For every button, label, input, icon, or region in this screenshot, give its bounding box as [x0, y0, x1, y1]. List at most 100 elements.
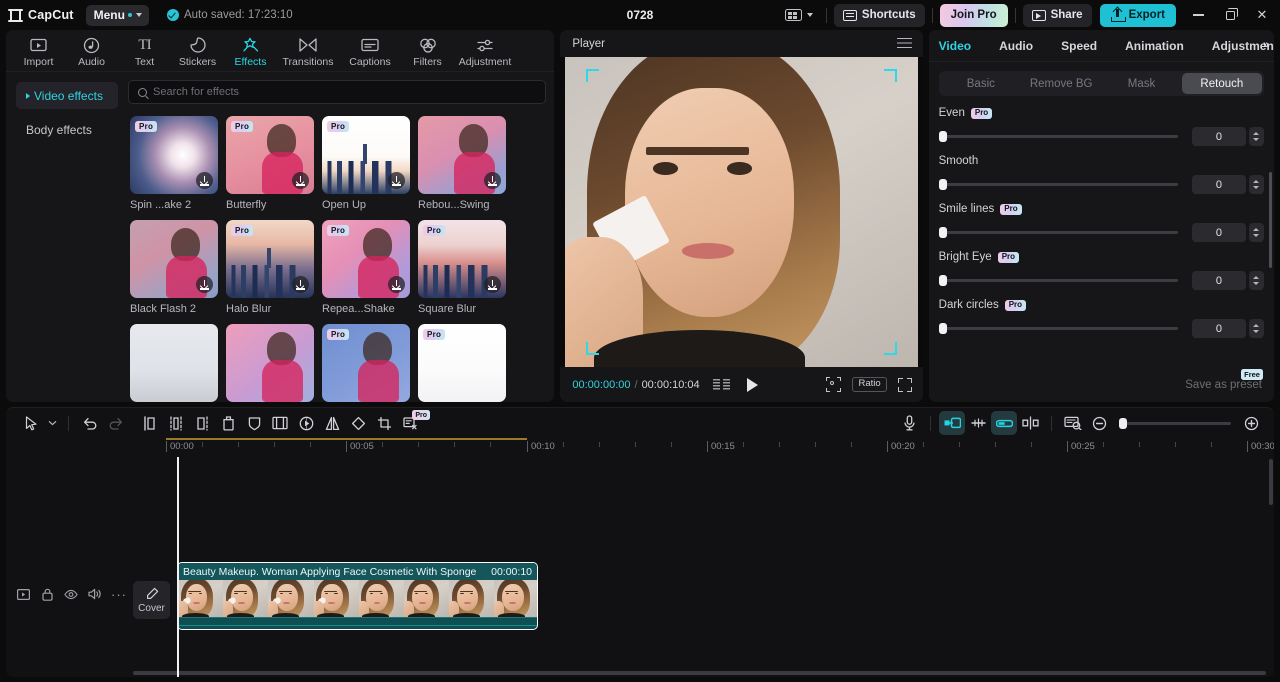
split-left-tool[interactable]: [137, 411, 163, 435]
slider-value[interactable]: 0: [1191, 127, 1246, 146]
stepper-buttons[interactable]: [1248, 127, 1264, 146]
effect-item[interactable]: Rebou...Swing: [418, 116, 506, 211]
extract-audio-tool[interactable]: Pro: [397, 410, 430, 435]
tab-effects[interactable]: Effects: [224, 33, 277, 71]
effect-item[interactable]: Pro Butterfly: [226, 116, 314, 211]
rotate-tool[interactable]: [345, 411, 371, 435]
focus-icon[interactable]: [826, 377, 842, 392]
selection-corner-icon[interactable]: [883, 342, 897, 355]
download-icon[interactable]: [196, 172, 213, 189]
split-at-playhead-button[interactable]: [1017, 411, 1043, 435]
ratio-button[interactable]: Ratio: [852, 376, 887, 393]
download-icon[interactable]: [388, 276, 405, 293]
slider-value[interactable]: 0: [1191, 271, 1246, 290]
frames-icon[interactable]: [712, 378, 730, 391]
stepper-buttons[interactable]: [1248, 175, 1264, 194]
segment-retouch[interactable]: Retouch: [1181, 73, 1263, 94]
download-icon[interactable]: [484, 276, 501, 293]
auto-snap-toggle[interactable]: [939, 411, 965, 435]
tab-transitions[interactable]: Transitions: [277, 33, 339, 71]
tab-audio[interactable]: Audio: [985, 39, 1047, 53]
reverse-tool[interactable]: [293, 411, 319, 435]
slider-value[interactable]: 0: [1191, 175, 1246, 194]
link-clips-toggle[interactable]: [991, 411, 1017, 435]
hamburger-icon[interactable]: [896, 38, 912, 49]
record-voiceover-button[interactable]: [896, 411, 922, 435]
effect-item[interactable]: Pro Spin ...ake 2: [130, 116, 218, 211]
slider-track[interactable]: [938, 323, 1178, 334]
crop-tool[interactable]: [371, 411, 397, 435]
effect-item[interactable]: Pro Repea...Shake: [322, 220, 410, 315]
zoom-in-button[interactable]: [1238, 411, 1264, 435]
share-button[interactable]: Share: [1022, 3, 1092, 27]
select-cursor-tool[interactable]: [18, 411, 44, 435]
cover-button[interactable]: Cover: [133, 581, 170, 619]
chevron-double-right-icon[interactable]: »: [1263, 39, 1269, 51]
slider-track[interactable]: [938, 131, 1178, 142]
effect-item[interactable]: Pro: [418, 324, 506, 402]
tab-adjustment[interactable]: Adjustment: [454, 33, 516, 71]
cursor-dropdown-caret[interactable]: [44, 411, 60, 435]
effect-item[interactable]: Pro Halo Blur: [226, 220, 314, 315]
delete-button[interactable]: [215, 411, 241, 435]
slider-track[interactable]: [938, 227, 1178, 238]
effect-item[interactable]: [130, 324, 218, 402]
segment-remove-bg[interactable]: Remove BG: [1021, 73, 1101, 94]
timeline-clip[interactable]: Beauty Makeup. Woman Applying Face Cosme…: [177, 562, 538, 630]
timeline-zoom-slider[interactable]: [1119, 417, 1231, 429]
tab-audio[interactable]: Audio: [65, 33, 118, 71]
play-icon[interactable]: [746, 377, 758, 392]
selection-corner-icon[interactable]: [883, 69, 897, 82]
mirror-tool[interactable]: [319, 411, 345, 435]
tab-animation[interactable]: Animation: [1111, 39, 1198, 53]
segment-basic[interactable]: Basic: [941, 73, 1021, 94]
playhead[interactable]: [177, 457, 179, 677]
download-icon[interactable]: [196, 276, 213, 293]
timeline-horizontal-scrollbar[interactable]: [133, 671, 1266, 675]
category-body-effects[interactable]: Body effects: [16, 116, 118, 143]
save-as-preset-button[interactable]: Save as preset: [1185, 379, 1262, 391]
menu-button[interactable]: Menu: [85, 4, 149, 26]
adjust-track-height-button[interactable]: [965, 411, 991, 435]
download-icon[interactable]: [292, 172, 309, 189]
download-icon[interactable]: [388, 172, 405, 189]
tab-filters[interactable]: Filters: [401, 33, 454, 71]
minimize-button[interactable]: [1182, 0, 1214, 30]
tab-import[interactable]: Import: [12, 33, 65, 71]
eye-visibility-icon[interactable]: [64, 587, 78, 601]
split-tool[interactable]: [189, 411, 215, 435]
category-video-effects[interactable]: Video effects: [16, 82, 118, 109]
maximize-button[interactable]: [1214, 0, 1246, 30]
track-type-icon[interactable]: [16, 587, 30, 601]
effect-item[interactable]: Pro: [322, 324, 410, 402]
tab-captions[interactable]: Captions: [339, 33, 401, 71]
player-stage[interactable]: [560, 57, 923, 367]
speaker-mute-icon[interactable]: [88, 587, 102, 601]
slider-value[interactable]: 0: [1191, 319, 1246, 338]
effect-item[interactable]: [226, 324, 314, 402]
slider-value[interactable]: 0: [1191, 223, 1246, 242]
tab-text[interactable]: TI Text: [118, 33, 171, 71]
download-icon[interactable]: [484, 172, 501, 189]
freeze-frame-tool[interactable]: [267, 411, 293, 435]
slider-track[interactable]: [938, 179, 1178, 190]
layout-switcher-button[interactable]: [779, 4, 819, 26]
segment-mask[interactable]: Mask: [1101, 73, 1181, 94]
effect-item[interactable]: Pro Square Blur: [418, 220, 506, 315]
effect-item[interactable]: Black Flash 2: [130, 220, 218, 315]
lock-icon[interactable]: [40, 587, 54, 601]
tab-speed[interactable]: Speed: [1047, 39, 1111, 53]
tab-video[interactable]: Video: [939, 39, 985, 53]
shortcuts-button[interactable]: Shortcuts: [833, 3, 925, 27]
selection-corner-icon[interactable]: [586, 69, 600, 82]
zoom-out-button[interactable]: [1086, 411, 1112, 435]
split-right-tool[interactable]: [163, 411, 189, 435]
undo-button[interactable]: [77, 411, 103, 435]
more-options-icon[interactable]: ···: [111, 587, 126, 602]
join-pro-button[interactable]: Join Pro: [939, 3, 1008, 27]
mask-shield-tool[interactable]: [241, 411, 267, 435]
export-button[interactable]: Export: [1099, 3, 1176, 27]
stepper-buttons[interactable]: [1248, 319, 1264, 338]
timeline-tracks[interactable]: Cover Beauty Makeup. Woman Applying Face…: [133, 457, 1274, 677]
download-icon[interactable]: [292, 276, 309, 293]
